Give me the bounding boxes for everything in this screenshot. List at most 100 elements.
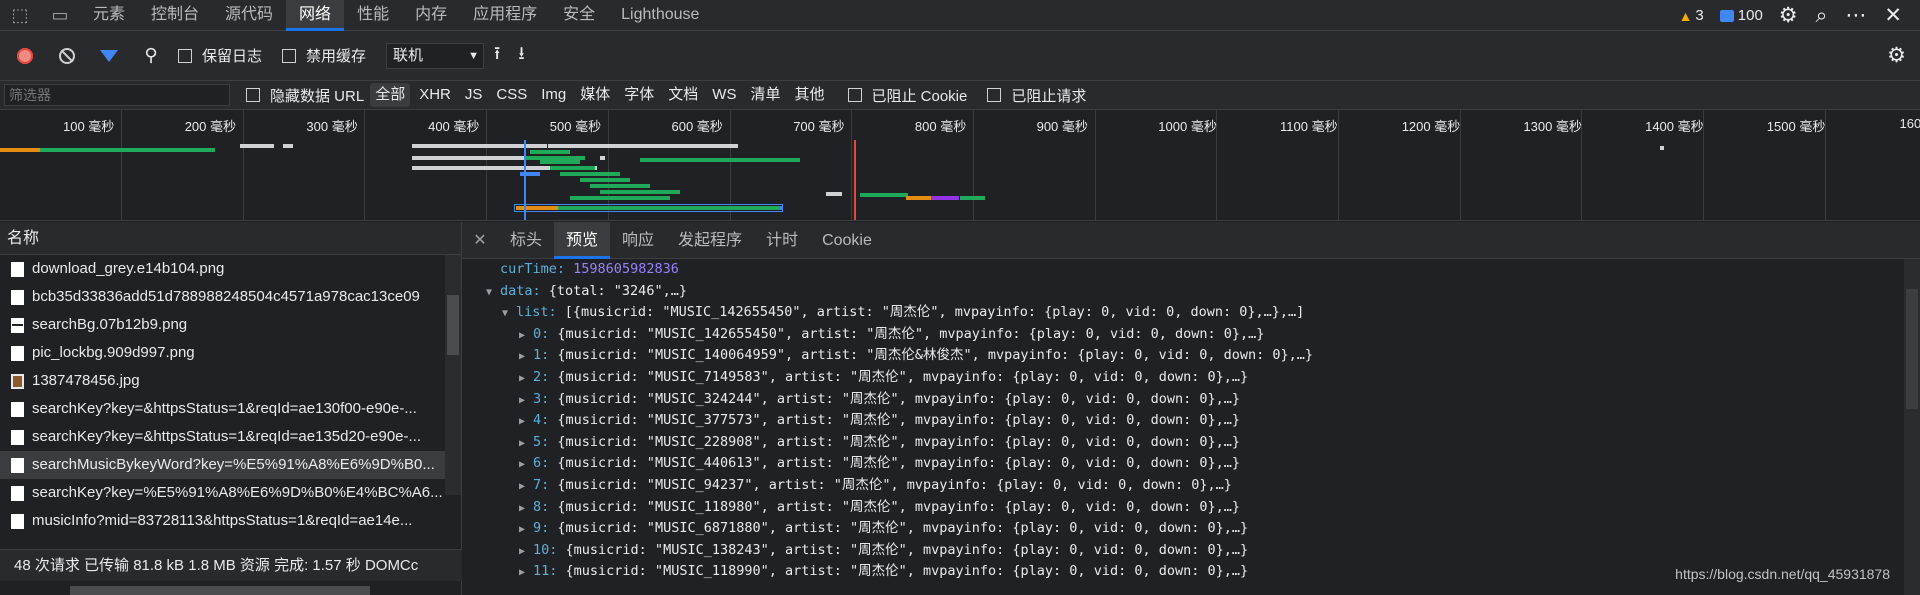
request-name: download_grey.e14b104.png <box>32 260 225 277</box>
filter-type-5[interactable]: 媒体 <box>575 83 615 107</box>
list-item-node[interactable]: ▶ 1: {musicrid: "MUSIC_140064959", artist… <box>462 345 1920 367</box>
request-row[interactable]: pic_lockbg.909d997.png <box>0 339 446 367</box>
tab-6[interactable]: 应用程序 <box>460 0 550 31</box>
network-settings-gear-icon[interactable]: ⚙ <box>1887 43 1906 68</box>
throttling-select[interactable]: 联机 <box>386 42 485 69</box>
network-overview-timeline[interactable]: 100 毫秒 200 毫秒 300 毫秒 400 毫秒 500 毫秒 600 毫秒 700 … <box>0 110 1920 221</box>
tab-8[interactable]: Lighthouse <box>608 0 712 31</box>
hide-data-url-checkbox[interactable]: 隐藏数据 URL <box>246 85 364 106</box>
tab-1[interactable]: 控制台 <box>138 0 212 31</box>
request-row[interactable]: download_grey.e14b104.png <box>0 255 446 283</box>
blocked-requests-checkbox[interactable]: 已阻止请求 <box>987 85 1086 106</box>
list-node[interactable]: ▼ list: [{musicrid: "MUSIC_142655450", ar… <box>462 302 1920 324</box>
collapsed-arrow-icon[interactable]: ▶ <box>519 411 533 433</box>
filter-type-6[interactable]: 字体 <box>619 83 659 107</box>
device-toolbar-icon[interactable]: ▭ <box>40 0 80 31</box>
request-row[interactable]: searchKey?key=%E5%91%A8%E6%9D%B0%E4%BC%A… <box>0 479 446 507</box>
list-scrollbar-thumb[interactable] <box>447 295 459 355</box>
request-row[interactable]: bcb35d33836add51d788988248504c4571a978ca… <box>0 283 446 311</box>
list-item-node[interactable]: ▶ 0: {musicrid: "MUSIC_142655450", artist… <box>462 324 1920 346</box>
request-row[interactable]: searchKey?key=&httpsStatus=1&reqId=ae130… <box>0 395 446 423</box>
close-detail-icon[interactable]: ✕ <box>462 230 498 250</box>
inspect-element-icon[interactable]: ⬚ <box>0 0 40 31</box>
search-icon[interactable]: ⚲ <box>136 41 166 71</box>
list-item-node[interactable]: ▶ 3: {musicrid: "MUSIC_324244", artist: "… <box>462 389 1920 411</box>
filter-type-7[interactable]: 文档 <box>663 83 703 107</box>
close-icon[interactable]: ✕ <box>1884 3 1902 28</box>
item-index: 8: <box>533 498 550 515</box>
horizontal-scrollbar-thumb[interactable] <box>70 586 370 595</box>
collapsed-arrow-icon[interactable]: ▶ <box>519 541 533 563</box>
more-options-icon[interactable]: ⋯ <box>1845 3 1866 28</box>
clear-button[interactable] <box>52 41 82 71</box>
detail-tab-0[interactable]: 标头 <box>498 222 554 259</box>
filter-toggle-button[interactable] <box>94 41 124 71</box>
collapsed-arrow-icon[interactable]: ▶ <box>519 498 533 520</box>
warnings-counter[interactable]: ▲ 3 <box>1679 7 1704 24</box>
expanded-arrow-icon[interactable]: ▼ <box>486 282 500 304</box>
request-row[interactable]: musicInfo?mid=83728113&httpsStatus=1&req… <box>0 507 446 535</box>
blocked-cookies-checkbox[interactable]: 已阻止 Cookie <box>847 85 967 106</box>
item-index: 6: <box>533 455 550 472</box>
detail-tab-2[interactable]: 响应 <box>610 222 666 259</box>
tab-0[interactable]: 元素 <box>80 0 138 31</box>
filter-type-0[interactable]: 全部 <box>370 83 411 107</box>
tab-5[interactable]: 内存 <box>402 0 460 31</box>
feedback-icon[interactable]: ⌕ <box>1816 4 1828 28</box>
detail-tab-3[interactable]: 发起程序 <box>666 222 754 259</box>
preview-scrollbar-thumb[interactable] <box>1906 289 1918 409</box>
tab-2[interactable]: 源代码 <box>212 0 286 31</box>
collapsed-arrow-icon[interactable]: ▶ <box>519 476 533 498</box>
detail-tab-5[interactable]: Cookie <box>810 222 884 259</box>
import-har-icon[interactable]: ⭱ <box>494 41 500 71</box>
collapsed-arrow-icon[interactable]: ▶ <box>519 519 533 541</box>
disable-cache-checkbox[interactable]: 禁用缓存 <box>282 45 366 66</box>
filter-type-1[interactable]: XHR <box>414 83 456 107</box>
filter-type-3[interactable]: CSS <box>491 83 532 107</box>
detail-tab-1[interactable]: 预览 <box>554 221 611 259</box>
export-har-icon[interactable]: ⭳ <box>518 41 524 71</box>
list-item-node[interactable]: ▶ 2: {musicrid: "MUSIC_7149583", artist: … <box>462 367 1920 389</box>
watermark: https://blog.csdn.net/qq_45931878 <box>1675 566 1890 582</box>
collapsed-arrow-icon[interactable]: ▶ <box>519 433 533 455</box>
expanded-arrow-icon[interactable]: ▼ <box>502 303 516 325</box>
filter-type-9[interactable]: 清单 <box>745 83 785 107</box>
file-icon <box>11 458 24 473</box>
list-item-node[interactable]: ▶ 10: {musicrid: "MUSIC_138243", artist: … <box>462 540 1920 562</box>
collapsed-arrow-icon[interactable]: ▶ <box>519 562 533 584</box>
list-item-node[interactable]: ▶ 6: {musicrid: "MUSIC_440613", artist: "… <box>462 453 1920 475</box>
timeline-tick-label: 500 毫秒 <box>549 119 602 134</box>
collapsed-arrow-icon[interactable]: ▶ <box>519 454 533 476</box>
data-node[interactable]: ▼ data: {total: "3246",…} <box>462 281 1920 303</box>
detail-tab-4[interactable]: 计时 <box>754 222 810 259</box>
collapsed-arrow-icon[interactable]: ▶ <box>519 390 533 412</box>
request-row[interactable]: searchKey?key=&httpsStatus=1&reqId=ae135… <box>0 423 446 451</box>
tab-3[interactable]: 网络 <box>286 0 345 31</box>
list-item-node[interactable]: ▶ 9: {musicrid: "MUSIC_6871880", artist: … <box>462 518 1920 540</box>
list-item-node[interactable]: ▶ 5: {musicrid: "MUSIC_228908", artist: "… <box>462 432 1920 454</box>
list-item-node[interactable]: ▶ 8: {musicrid: "MUSIC_118980", artist: "… <box>462 497 1920 519</box>
request-row[interactable]: searchMusicBykeyWord?key=%E5%91%A8%E6%9D… <box>0 451 446 479</box>
preserve-log-checkbox[interactable]: 保留日志 <box>178 45 262 66</box>
collapsed-arrow-icon[interactable]: ▶ <box>519 325 533 347</box>
name-column-header[interactable]: 名称 <box>0 222 461 255</box>
tab-4[interactable]: 性能 <box>344 0 402 31</box>
request-row[interactable]: searchBg.07b12b9.png <box>0 311 446 339</box>
collapsed-arrow-icon[interactable]: ▶ <box>519 346 533 368</box>
filter-type-2[interactable]: JS <box>460 83 488 107</box>
list-item-node[interactable]: ▶ 7: {musicrid: "MUSIC_94237", artist: "周… <box>462 475 1920 497</box>
filter-type-10[interactable]: 其他 <box>789 83 829 107</box>
preview-scrollbar[interactable] <box>1904 259 1920 595</box>
list-item-node[interactable]: ▶ 4: {musicrid: "MUSIC_377573", artist: "… <box>462 410 1920 432</box>
filter-type-8[interactable]: WS <box>707 83 741 107</box>
filter-type-4[interactable]: Img <box>536 83 571 107</box>
request-row[interactable]: 1387478456.jpg <box>0 367 446 395</box>
list-scrollbar[interactable] <box>445 255 461 495</box>
filter-input[interactable] <box>4 84 230 106</box>
record-button[interactable] <box>10 41 40 71</box>
tab-7[interactable]: 安全 <box>550 0 608 31</box>
settings-gear-icon[interactable]: ⚙ <box>1779 3 1798 28</box>
timeline-request-bar <box>548 144 738 148</box>
collapsed-arrow-icon[interactable]: ▶ <box>519 368 533 390</box>
messages-counter[interactable]: 100 <box>1719 7 1763 24</box>
